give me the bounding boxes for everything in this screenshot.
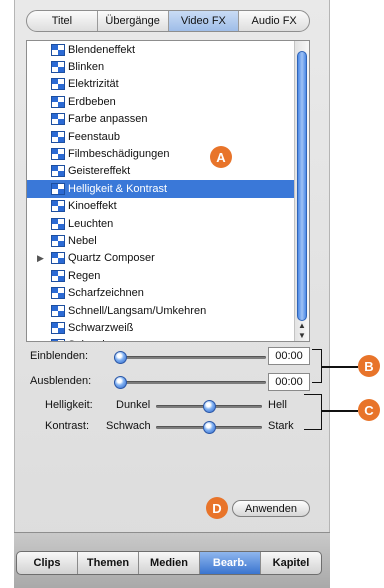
tab-audio-fx[interactable]: Audio FX [239, 11, 309, 31]
video-effect-icon [51, 339, 65, 341]
fade-out-time-field[interactable]: 00:00 [268, 373, 310, 391]
effect-list-item-label: Blinken [68, 61, 105, 74]
video-effect-icon [51, 78, 65, 91]
callout-c-leader [322, 410, 358, 412]
callout-d-badge: D [206, 497, 228, 519]
video-effect-icon [51, 182, 65, 195]
brightness-max-label: Hell [268, 399, 287, 411]
effect-list-item-label: Elektrizität [68, 78, 119, 91]
effect-list-item[interactable]: ▶Helligkeit & Kontrast [27, 180, 295, 198]
callout-b-bracket [312, 349, 322, 383]
effect-list-item-label: Scharfzeichnen [68, 287, 144, 300]
scroll-down-arrow-icon[interactable]: ▼ [295, 330, 309, 340]
fade-in-slider-knob[interactable] [114, 351, 127, 364]
tab-kapitel[interactable]: Kapitel [261, 552, 321, 574]
contrast-slider-knob[interactable] [202, 421, 216, 434]
tab-titel[interactable]: Titel [27, 11, 98, 31]
fade-out-slider-knob[interactable] [114, 376, 127, 389]
callout-c-badge: C [358, 399, 380, 421]
fade-out-slider-track[interactable] [114, 381, 266, 384]
effect-list-item-label: Schnell/Langsam/Umkehren [68, 304, 207, 317]
scrollbar-thumb[interactable] [297, 51, 307, 321]
video-effect-icon [51, 148, 65, 161]
effect-list-item[interactable]: ▶Farbe anpassen [27, 111, 295, 128]
contrast-max-label: Stark [268, 420, 294, 432]
effect-list-item-label: Farbe anpassen [68, 113, 148, 126]
fade-out-label: Ausblenden: [30, 375, 92, 387]
video-effect-icon [51, 287, 65, 300]
video-effect-icon [51, 234, 65, 247]
video-effect-icon [51, 269, 65, 282]
fade-in-time-field[interactable]: 00:00 [268, 347, 310, 365]
effect-list-item-label: Spiegeln [68, 339, 111, 341]
effect-list-item[interactable]: ▶Leuchten [27, 215, 295, 232]
effect-list-item[interactable]: ▶Blendeneffekt [27, 41, 295, 58]
effect-list-item[interactable]: ▶Schwarzweiß [27, 319, 295, 336]
scroll-up-arrow-icon[interactable]: ▲ [295, 320, 309, 330]
video-effect-icon [51, 304, 65, 317]
video-effect-icon [51, 61, 65, 74]
effect-list-item-label: Schwarzweiß [68, 321, 134, 334]
effect-list-item[interactable]: ▶Spiegeln [27, 337, 295, 341]
tab-video-fx[interactable]: Video FX [168, 11, 240, 31]
effect-list-item[interactable]: ▶Geistereffekt [27, 163, 295, 180]
video-effect-icon [51, 200, 65, 213]
effect-list-item-label: Geistereffekt [68, 165, 131, 178]
video-effect-icon [51, 113, 65, 126]
callout-b-leader [322, 366, 358, 368]
effect-list-item-label: Kinoeffekt [68, 200, 117, 213]
fade-in-label: Einblenden: [30, 350, 89, 362]
callout-c-bracket [304, 394, 322, 430]
effect-list-item[interactable]: ▶ Quartz Composer [27, 250, 295, 267]
contrast-label: Kontrast: [45, 420, 90, 432]
effect-list-item-label: Blendeneffekt [68, 43, 136, 56]
effect-list-item-label: Filmbeschädigungen [68, 148, 170, 161]
brightness-label: Helligkeit: [45, 399, 93, 411]
effect-list-item-label: Feenstaub [68, 130, 120, 143]
effect-list-item-label: Quartz Composer [68, 252, 155, 265]
effects-list-rows: ▶Blendeneffekt▶Blinken▶Elektrizität▶Erdb… [27, 41, 295, 341]
list-scrollbar[interactable]: ▲ ▼ [294, 41, 309, 341]
effect-list-item-label: Helligkeit & Kontrast [68, 182, 168, 195]
effect-list-item[interactable]: ▶Filmbeschädigungen [27, 145, 295, 162]
mode-tabs: Clips Themen Medien Bearb. Kapitel [16, 551, 322, 575]
effect-list-item[interactable]: ▶Feenstaub [27, 128, 295, 145]
tab-bearb[interactable]: Bearb. [200, 552, 261, 574]
callout-a-badge: A [210, 146, 232, 168]
effects-list[interactable]: ▶Blendeneffekt▶Blinken▶Elektrizität▶Erdb… [26, 40, 310, 342]
contrast-min-label: Schwach [106, 420, 151, 432]
video-effect-icon [51, 43, 65, 56]
disclosure-triangle-icon[interactable]: ▶ [37, 253, 51, 264]
effect-list-item-label: Erdbeben [68, 95, 116, 108]
effect-list-item[interactable]: ▶Blinken [27, 58, 295, 75]
fade-in-slider-track[interactable] [114, 356, 266, 359]
effect-list-item-label: Leuchten [68, 217, 114, 230]
effect-list-item[interactable]: ▶Nebel [27, 232, 295, 249]
effect-list-item[interactable]: ▶Erdbeben [27, 93, 295, 110]
apply-button[interactable]: Anwenden [232, 500, 310, 517]
tab-clips[interactable]: Clips [17, 552, 78, 574]
brightness-slider-knob[interactable] [202, 400, 216, 413]
effect-list-item-label: Nebel [68, 234, 97, 247]
callout-b-badge: B [358, 355, 380, 377]
video-effect-icon [51, 165, 65, 178]
video-effect-icon [51, 321, 65, 334]
tab-themen[interactable]: Themen [78, 552, 139, 574]
video-effect-icon [51, 252, 65, 265]
video-effect-icon [51, 217, 65, 230]
effect-list-item-label: Regen [68, 269, 101, 282]
tab-medien[interactable]: Medien [139, 552, 200, 574]
video-effect-icon [51, 130, 65, 143]
effect-list-item[interactable]: ▶Regen [27, 267, 295, 284]
video-effect-icon [51, 95, 65, 108]
effect-list-item[interactable]: ▶Kinoeffekt [27, 198, 295, 215]
tab-uebergaenge[interactable]: Übergänge [98, 11, 169, 31]
effect-list-item[interactable]: ▶Schnell/Langsam/Umkehren [27, 302, 295, 319]
brightness-min-label: Dunkel [116, 399, 151, 411]
effect-list-item[interactable]: ▶Elektrizität [27, 76, 295, 93]
effect-type-tabs: Titel Übergänge Video FX Audio FX [26, 10, 310, 32]
effect-list-item[interactable]: ▶Scharfzeichnen [27, 284, 295, 301]
